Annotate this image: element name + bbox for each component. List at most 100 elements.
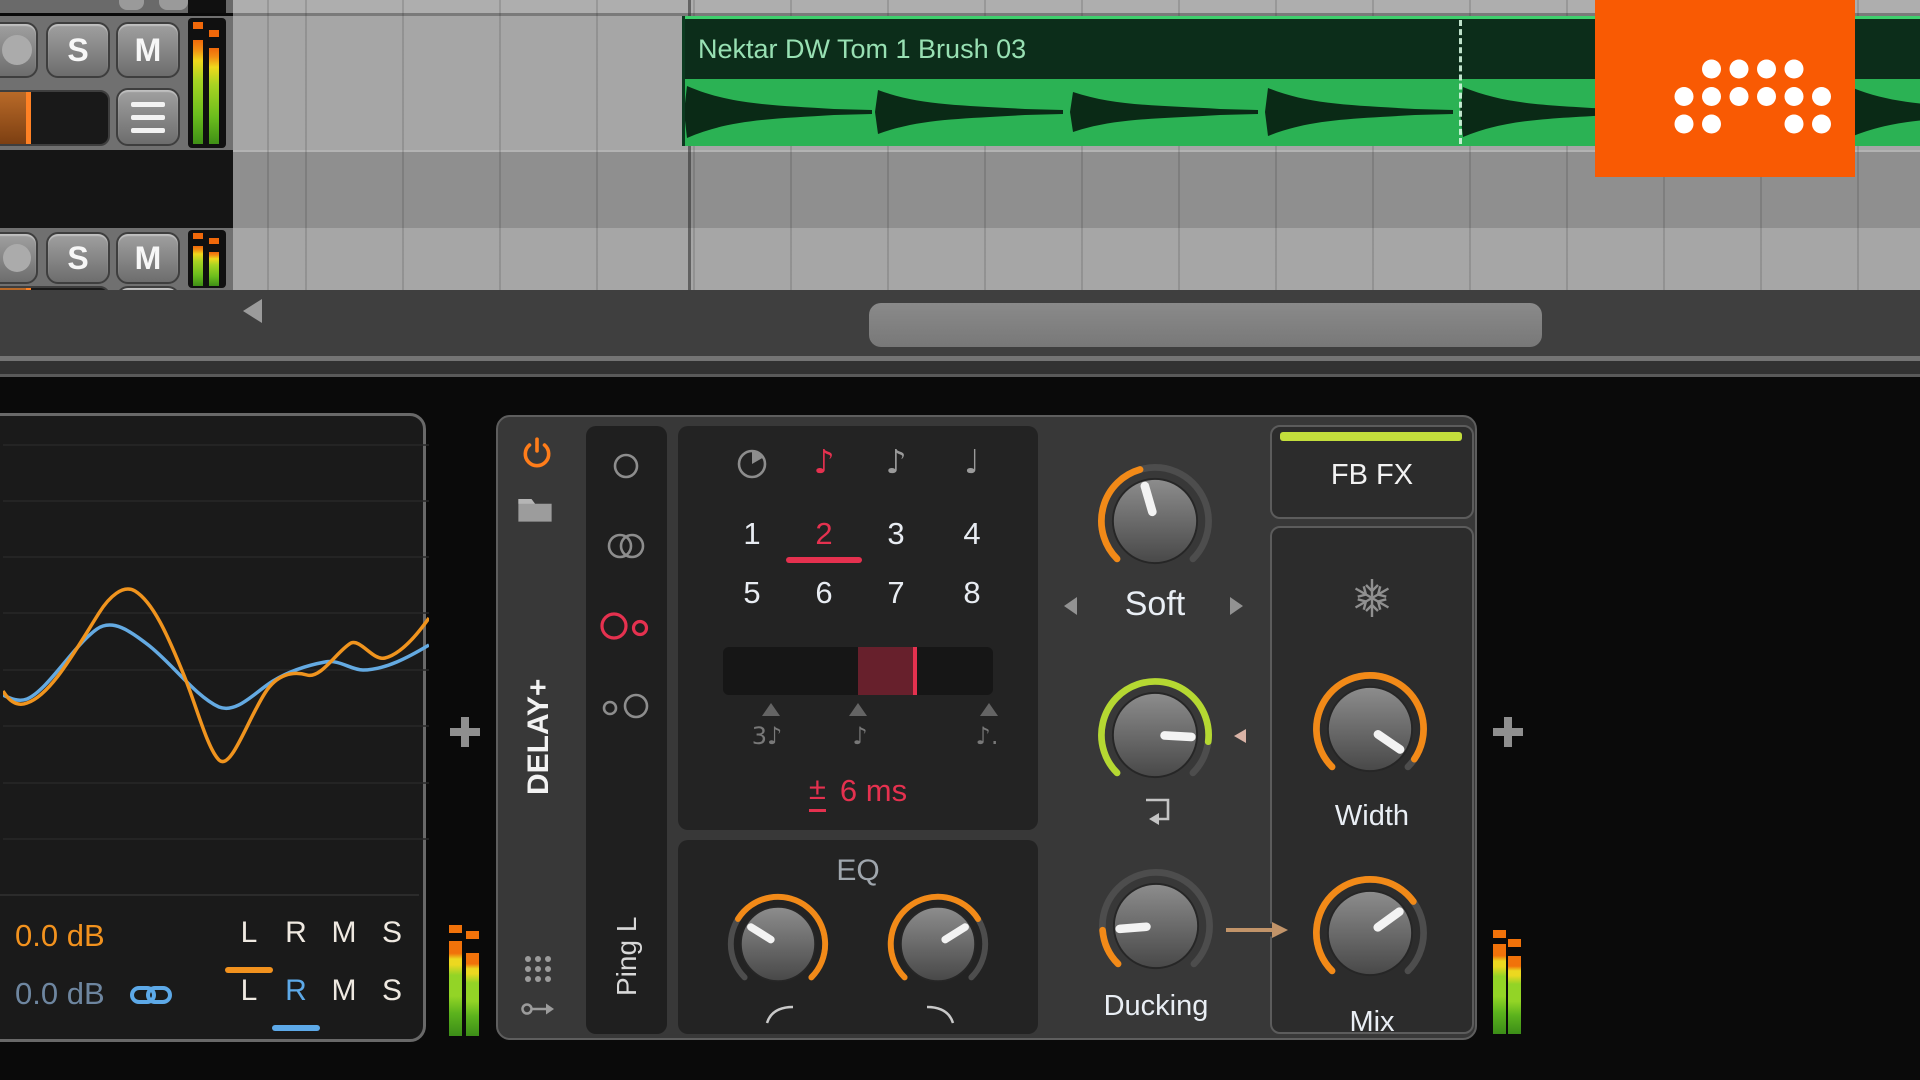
channel-R-row2[interactable]: R — [274, 974, 318, 1008]
step-7[interactable]: 7 — [866, 575, 926, 611]
channel-R-selected-underline — [272, 1025, 320, 1031]
swing-slider[interactable] — [723, 647, 993, 695]
sync-quarter-note-icon[interactable]: ♩ — [942, 442, 1002, 481]
shaper-next-arrow[interactable] — [1230, 597, 1243, 615]
remote-controls-icon[interactable] — [522, 953, 554, 985]
track-header-2[interactable]: S M — [0, 228, 233, 290]
solo-button[interactable]: S — [46, 22, 110, 78]
record-circle-icon — [2, 35, 32, 65]
shaper-drive-knob[interactable] — [1088, 454, 1222, 588]
dotted-note-icon: ♪. — [975, 722, 999, 750]
freeze-snowflake-icon[interactable] — [1350, 576, 1394, 620]
highpass-curve-icon — [765, 1005, 794, 1024]
channel-R-row1[interactable]: R — [274, 916, 318, 950]
mode-mono-icon[interactable] — [611, 451, 641, 481]
device-power-icon[interactable] — [520, 437, 554, 471]
track-volume-fader[interactable] — [0, 90, 110, 146]
swing-slider-range — [858, 647, 917, 695]
width-label: Width — [1334, 800, 1410, 832]
step-2-selected[interactable]: 2 — [794, 516, 854, 552]
fbfx-panel: Width Mix — [1270, 526, 1474, 1038]
ducking-to-mix-arrow-icon — [1224, 922, 1288, 938]
delay-right-gain[interactable]: 0.0 dB — [15, 976, 105, 1012]
eq-highpass-knob[interactable] — [719, 885, 837, 1003]
triplet-note-icon: 3♪ — [751, 722, 783, 750]
feedback-mod-indicator — [1234, 729, 1246, 743]
channel-S-row2[interactable]: S — [370, 974, 414, 1008]
mode-stereo-icon[interactable] — [599, 528, 653, 564]
straight-note-icon: ♪ — [852, 722, 868, 750]
sync-note-icon[interactable]: ♪ — [866, 442, 926, 481]
track-level-meter — [188, 18, 226, 148]
fbfx-title[interactable]: FB FX — [1272, 459, 1472, 492]
offset-sign[interactable]: ± — [808, 771, 826, 812]
panel-divider-line — [0, 374, 1920, 377]
sync-note-icon-selected[interactable]: ♪ — [794, 442, 854, 481]
step-2-underline — [786, 557, 862, 563]
scope-wave-right-blue — [3, 623, 429, 711]
scroll-left-arrow-icon[interactable] — [243, 299, 262, 323]
routing-icon[interactable] — [520, 999, 556, 1019]
channel-M-row1[interactable]: M — [322, 916, 366, 950]
mix-knob[interactable] — [1303, 866, 1437, 1000]
step-4[interactable]: 4 — [942, 516, 1002, 552]
step-3[interactable]: 3 — [866, 516, 926, 552]
mode-ping-l-icon-selected[interactable] — [597, 608, 655, 644]
step-6[interactable]: 6 — [794, 575, 854, 611]
fader-handle[interactable] — [26, 92, 31, 144]
track-header-partial-top — [0, 0, 233, 13]
mute-button[interactable]: M — [116, 22, 180, 78]
mode-ping-r-icon[interactable] — [597, 688, 655, 724]
free-time-icon[interactable] — [734, 446, 770, 482]
eq-label: EQ — [836, 854, 880, 887]
offset-value[interactable]: 6 ms — [840, 773, 907, 809]
clip-loop-marker[interactable] — [1459, 20, 1462, 144]
panel-divider[interactable] — [0, 361, 1920, 374]
record-arm-button[interactable] — [0, 22, 38, 78]
step-8[interactable]: 8 — [942, 575, 1002, 611]
shaper-value[interactable]: Soft — [1090, 585, 1220, 624]
delay-plus-device: DELAY+ Ping L ♪ ♪ ♩ 1 2 3 4 5 6 7 8 3♪ ♪… — [496, 415, 1477, 1040]
ducking-label: Ducking — [1103, 990, 1209, 1022]
channel-M-row2[interactable]: M — [322, 974, 366, 1008]
time-offset-control[interactable]: ± 6 ms — [758, 771, 958, 812]
track-header-1[interactable]: S M — [0, 16, 233, 150]
delay-mode-value[interactable]: Ping L — [596, 886, 658, 1026]
record-arm-button[interactable] — [0, 232, 38, 284]
device-preset-folder-icon[interactable] — [516, 493, 554, 524]
delay-left-gain[interactable]: 0.0 dB — [15, 918, 105, 954]
stereo-link-icon[interactable] — [129, 982, 173, 1008]
slider-marker-triplet[interactable] — [762, 703, 780, 716]
step-5[interactable]: 5 — [722, 575, 782, 611]
delay-scope-panel: 0.0 dB L R M S 0.0 dB L R M S — [0, 413, 429, 1042]
swing-slider-handle[interactable] — [913, 647, 917, 695]
eq-lowpass-knob[interactable] — [879, 885, 997, 1003]
add-device-button-left[interactable] — [447, 714, 483, 750]
add-device-button-right[interactable] — [1490, 714, 1526, 750]
feedback-return-icon[interactable] — [1136, 796, 1174, 826]
mix-label: Mix — [1349, 1006, 1395, 1038]
mute-label: M — [134, 31, 162, 68]
horizontal-scrollbar[interactable] — [0, 290, 1920, 356]
mute-button[interactable]: M — [116, 232, 180, 284]
device-title[interactable]: DELAY+ — [508, 617, 570, 857]
clip-left-edge[interactable] — [682, 16, 685, 146]
ducking-knob[interactable] — [1089, 859, 1223, 993]
shaper-prev-arrow[interactable] — [1064, 597, 1077, 615]
scope-display — [3, 444, 429, 840]
track-menu-button[interactable] — [116, 88, 180, 146]
step-1[interactable]: 1 — [722, 516, 782, 552]
channel-L-row1[interactable]: L — [227, 916, 271, 950]
channel-L-row2[interactable]: L — [227, 974, 271, 1008]
slider-marker-dotted[interactable] — [980, 703, 998, 716]
scrollbar-thumb[interactable] — [869, 303, 1542, 347]
fbfx-header[interactable]: FB FX — [1270, 425, 1474, 519]
channel-S-row1[interactable]: S — [370, 916, 414, 950]
solo-button[interactable]: S — [46, 232, 110, 284]
delay-mode-column: Ping L — [586, 426, 667, 1034]
mute-label: M — [134, 239, 162, 276]
solo-label: S — [67, 239, 89, 276]
feedback-knob[interactable] — [1088, 668, 1222, 802]
slider-marker-straight[interactable] — [849, 703, 867, 716]
width-knob[interactable] — [1303, 662, 1437, 796]
